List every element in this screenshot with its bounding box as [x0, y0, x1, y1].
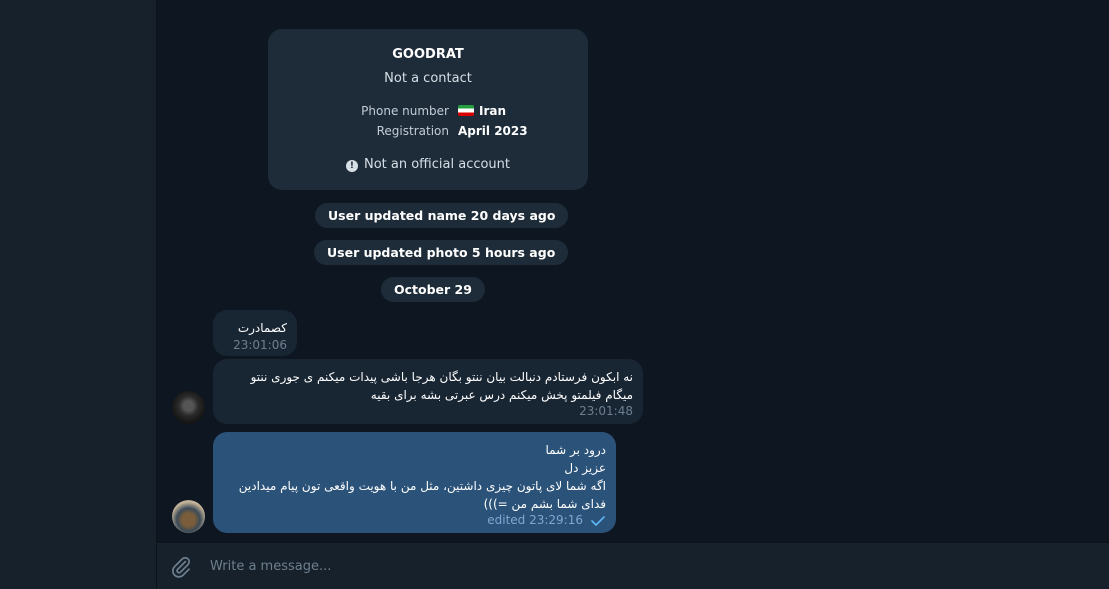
service-message-name-update: User updated name 20 days ago — [315, 203, 569, 228]
message-text-line: درود بر شما — [545, 443, 606, 457]
contact-status: Not a contact — [384, 71, 472, 86]
registration-row: Registration April 2023 — [268, 124, 588, 142]
phone-country: Iran — [479, 104, 507, 118]
message-text: کصمادرت — [237, 321, 287, 335]
chat-area[interactable]: GOODRAT Not a contact Phone number Iran … — [157, 0, 1109, 542]
message-text-line: نه ابکون فرستادم دنبالت بیان ننتو بگان ه… — [250, 370, 633, 384]
iran-flag-icon — [458, 105, 474, 116]
phone-number-label: Phone number — [361, 104, 449, 118]
registration-label: Registration — [376, 124, 449, 138]
phone-number-value: Iran — [458, 104, 506, 118]
registration-value: April 2023 — [458, 124, 528, 138]
own-avatar[interactable] — [172, 500, 205, 533]
profile-name: GOODRAT — [392, 47, 464, 62]
message-text-line: اگه شما لای پاتون چیزی داشتین، مثل من با… — [238, 479, 606, 493]
message-composer — [157, 542, 1109, 589]
message-text-line: فدای شما بشم من =))) — [483, 497, 606, 511]
exclamation-icon: ! — [345, 160, 358, 172]
message-text-line: میگام فیلمتو پخش میکنم درس عبرتی بشه برا… — [370, 388, 633, 402]
message-text-line: عزیز دل — [564, 461, 606, 475]
date-separator: October 29 — [381, 277, 485, 302]
phone-number-row: Phone number Iran — [268, 104, 588, 122]
message-time: 23:01:48 — [579, 404, 633, 418]
outgoing-message[interactable]: درود بر شما عزیز دل اگه شما لای پاتون چی… — [213, 432, 616, 533]
sender-avatar[interactable] — [172, 391, 205, 424]
profile-info-card: GOODRAT Not a contact Phone number Iran … — [268, 29, 588, 190]
message-time: edited 23:29:16 — [487, 513, 583, 527]
incoming-message[interactable]: کصمادرت 23:01:06 — [213, 310, 297, 356]
message-time: 23:01:06 — [233, 338, 287, 352]
read-check-icon — [591, 516, 605, 526]
paperclip-icon[interactable] — [169, 555, 193, 579]
left-sidebar — [0, 0, 157, 589]
incoming-message[interactable]: نه ابکون فرستادم دنبالت بیان ننتو بگان ه… — [213, 359, 643, 424]
official-account-note: ! Not an official account — [268, 157, 588, 172]
service-message-photo-update: User updated photo 5 hours ago — [314, 240, 569, 265]
message-input[interactable] — [208, 543, 1088, 589]
official-account-text: Not an official account — [363, 157, 511, 172]
